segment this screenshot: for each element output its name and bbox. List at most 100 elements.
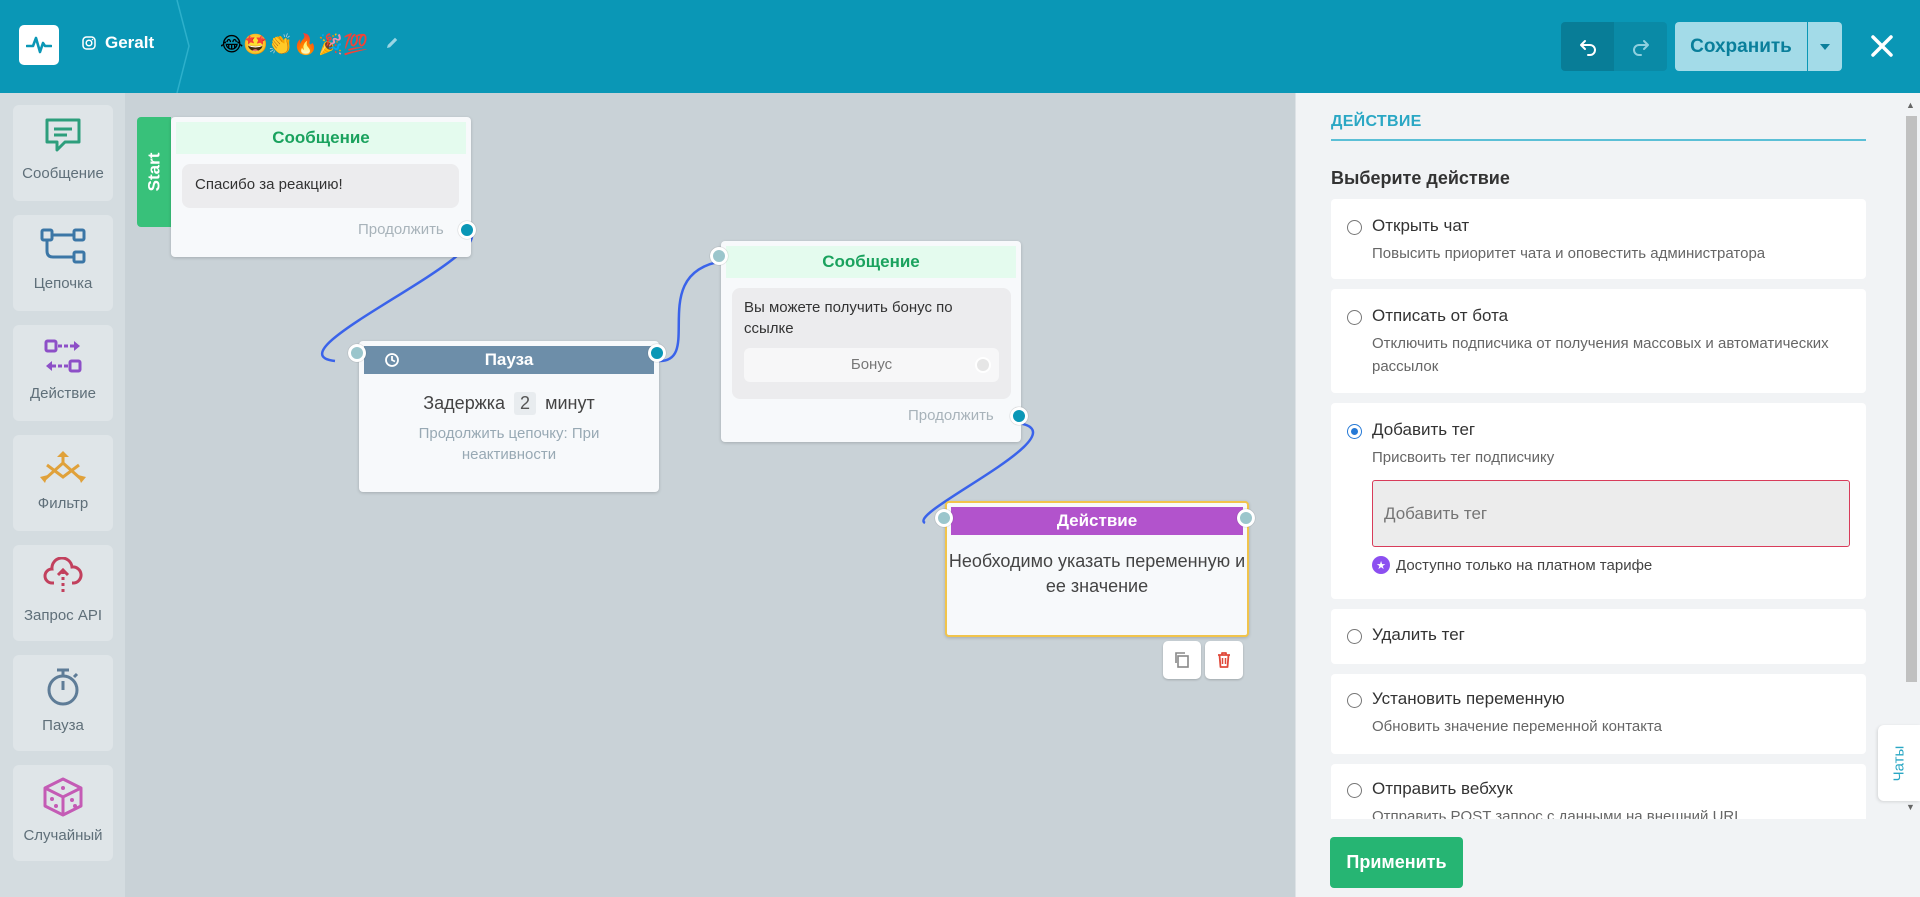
scroll-down-arrow-icon[interactable]: ▼ [1906, 802, 1915, 812]
panel-subtitle: Выберите действие [1331, 168, 1510, 188]
continue-label: Продолжить [358, 221, 444, 238]
dice-icon [43, 777, 83, 817]
palette-label: Сообщение [22, 165, 104, 182]
filter-icon [40, 451, 86, 483]
palette-action[interactable]: Действие [13, 325, 113, 421]
chain-icon [40, 228, 86, 264]
redo-button[interactable] [1614, 22, 1667, 71]
node-palette: Сообщение Цепочка Действие Фильтр Запрос… [0, 93, 125, 897]
output-port[interactable] [1010, 407, 1028, 425]
action-text: Необходимо указать переменную и ее значе… [948, 551, 1246, 596]
option-title: Удалить тег [1372, 625, 1465, 644]
continue-label: Продолжить [908, 407, 994, 424]
api-request-icon [43, 557, 83, 594]
message-icon [45, 118, 81, 152]
option-description: Присвоить тег подписчику [1372, 449, 1555, 466]
option-description: Отправить POST запрос с данными на внешн… [1372, 808, 1743, 819]
option-unsubscribe[interactable]: Отписать от бота Отключить подписчика от… [1331, 289, 1866, 393]
stopwatch-icon [47, 668, 79, 706]
palette-api-request[interactable]: Запрос API [13, 545, 113, 641]
radio-send-webhook[interactable] [1347, 783, 1362, 798]
chats-tab-label: Чаты [1890, 745, 1908, 781]
output-port[interactable] [648, 344, 666, 362]
action-icon [44, 339, 82, 373]
palette-label: Запрос API [23, 607, 103, 624]
copy-icon [1175, 652, 1189, 668]
duplicate-button[interactable] [1163, 641, 1201, 679]
close-icon [1871, 35, 1893, 57]
option-remove-tag[interactable]: Удалить тег [1331, 609, 1866, 664]
action-node[interactable]: Действие Необходимо указать переменную и… [935, 501, 1255, 637]
radio-unsubscribe[interactable] [1347, 310, 1362, 325]
panel-scrollbar[interactable]: ▲ ▼ [1903, 98, 1920, 818]
connection-pause-to-message [657, 259, 724, 363]
option-set-variable[interactable]: Установить переменную Обновить значение … [1331, 674, 1866, 754]
node-title: Действие [951, 507, 1243, 535]
palette-chain[interactable]: Цепочка [13, 215, 113, 311]
apply-button[interactable]: Применить [1330, 837, 1463, 888]
button-port[interactable] [975, 357, 991, 373]
option-title: Отписать от бота [1372, 306, 1509, 325]
tag-input[interactable] [1372, 480, 1850, 547]
save-button[interactable]: Сохранить [1675, 22, 1807, 71]
panel-title: ДЕЙСТВИЕ [1331, 113, 1422, 130]
output-port[interactable] [1237, 509, 1255, 527]
input-port[interactable] [710, 247, 728, 265]
option-title: Установить переменную [1372, 689, 1565, 708]
instagram-icon [82, 36, 96, 50]
node-title: Пауза [484, 350, 534, 369]
option-title: Открыть чат [1372, 216, 1470, 235]
option-title: Добавить тег [1372, 420, 1476, 439]
action-settings-panel: ДЕЙСТВИЕ Выберите действие Открыть чат П… [1295, 93, 1920, 897]
undo-icon [1579, 39, 1596, 56]
message-bubble: Вы можете получить бонус по ссылке Бонус [732, 288, 1011, 399]
trash-icon [1218, 652, 1230, 668]
message-node-start[interactable]: Сообщение Спасибо за реакцию! Продолжить [171, 117, 476, 257]
radio-set-variable[interactable] [1347, 693, 1362, 708]
option-send-webhook[interactable]: Отправить вебхук Отправить POST запрос с… [1331, 764, 1866, 819]
save-options-button[interactable] [1808, 22, 1842, 71]
option-open-chat[interactable]: Открыть чат Повысить приоритет чата и оп… [1331, 199, 1866, 279]
input-port[interactable] [348, 344, 366, 362]
message-node-bonus[interactable]: Сообщение Вы можете получить бонус по сс… [710, 241, 1028, 442]
delete-button[interactable] [1205, 641, 1243, 679]
bonus-button[interactable]: Бонус [744, 348, 999, 382]
undo-button[interactable] [1561, 22, 1614, 71]
option-description: Повысить приоритет чата и оповестить адм… [1372, 245, 1766, 262]
scroll-up-arrow-icon[interactable]: ▲ [1906, 100, 1915, 110]
bonus-button-label: Бонус [850, 356, 893, 373]
chats-tab[interactable]: Чаты [1878, 725, 1920, 801]
input-port[interactable] [935, 509, 953, 527]
scroll-thumb[interactable] [1906, 116, 1917, 682]
palette-label: Фильтр [37, 495, 89, 512]
radio-remove-tag[interactable] [1347, 629, 1362, 644]
radio-open-chat[interactable] [1347, 220, 1362, 235]
option-add-tag[interactable]: Добавить тег Присвоить тег подписчику ★ … [1331, 403, 1866, 599]
message-text: Вы можете получить бонус по ссылке [744, 299, 953, 337]
caret-down-icon [1820, 43, 1830, 50]
palette-label: Случайный [23, 827, 103, 844]
palette-filter[interactable]: Фильтр [13, 435, 113, 531]
app-logo[interactable] [19, 25, 59, 65]
palette-pause[interactable]: Пауза [13, 655, 113, 751]
delay-condition: Продолжить цепочку: При неактивности [418, 425, 600, 463]
radio-add-tag[interactable] [1347, 424, 1362, 439]
flow-name[interactable]: 😂🤩👏🔥🎉💯 [220, 33, 400, 57]
option-description: Обновить значение переменной контакта [1372, 718, 1663, 735]
start-badge: Start [137, 117, 171, 227]
action-options-list[interactable]: Открыть чат Повысить приоритет чата и оп… [1331, 199, 1866, 819]
option-title: Отправить вебхук [1372, 779, 1513, 798]
palette-random[interactable]: Случайный [13, 765, 113, 861]
output-port[interactable] [458, 221, 476, 239]
edit-pencil-icon[interactable] [384, 33, 400, 57]
flow-canvas[interactable]: Start Сообщение Спасибо за реакцию! Прод… [125, 93, 1295, 897]
palette-message[interactable]: Сообщение [13, 105, 113, 201]
option-description: Отключить подписчика от получения массов… [1372, 335, 1829, 375]
close-button[interactable] [1862, 26, 1902, 66]
history-controls [1561, 22, 1667, 71]
panel-title-underline [1331, 139, 1866, 141]
pause-node[interactable]: Пауза Задержка 2 минут Продолжить цепочк… [348, 341, 666, 492]
star-icon: ★ [1372, 556, 1390, 574]
account-switcher[interactable]: Geralt [82, 33, 154, 53]
node-title: Сообщение [176, 122, 466, 154]
